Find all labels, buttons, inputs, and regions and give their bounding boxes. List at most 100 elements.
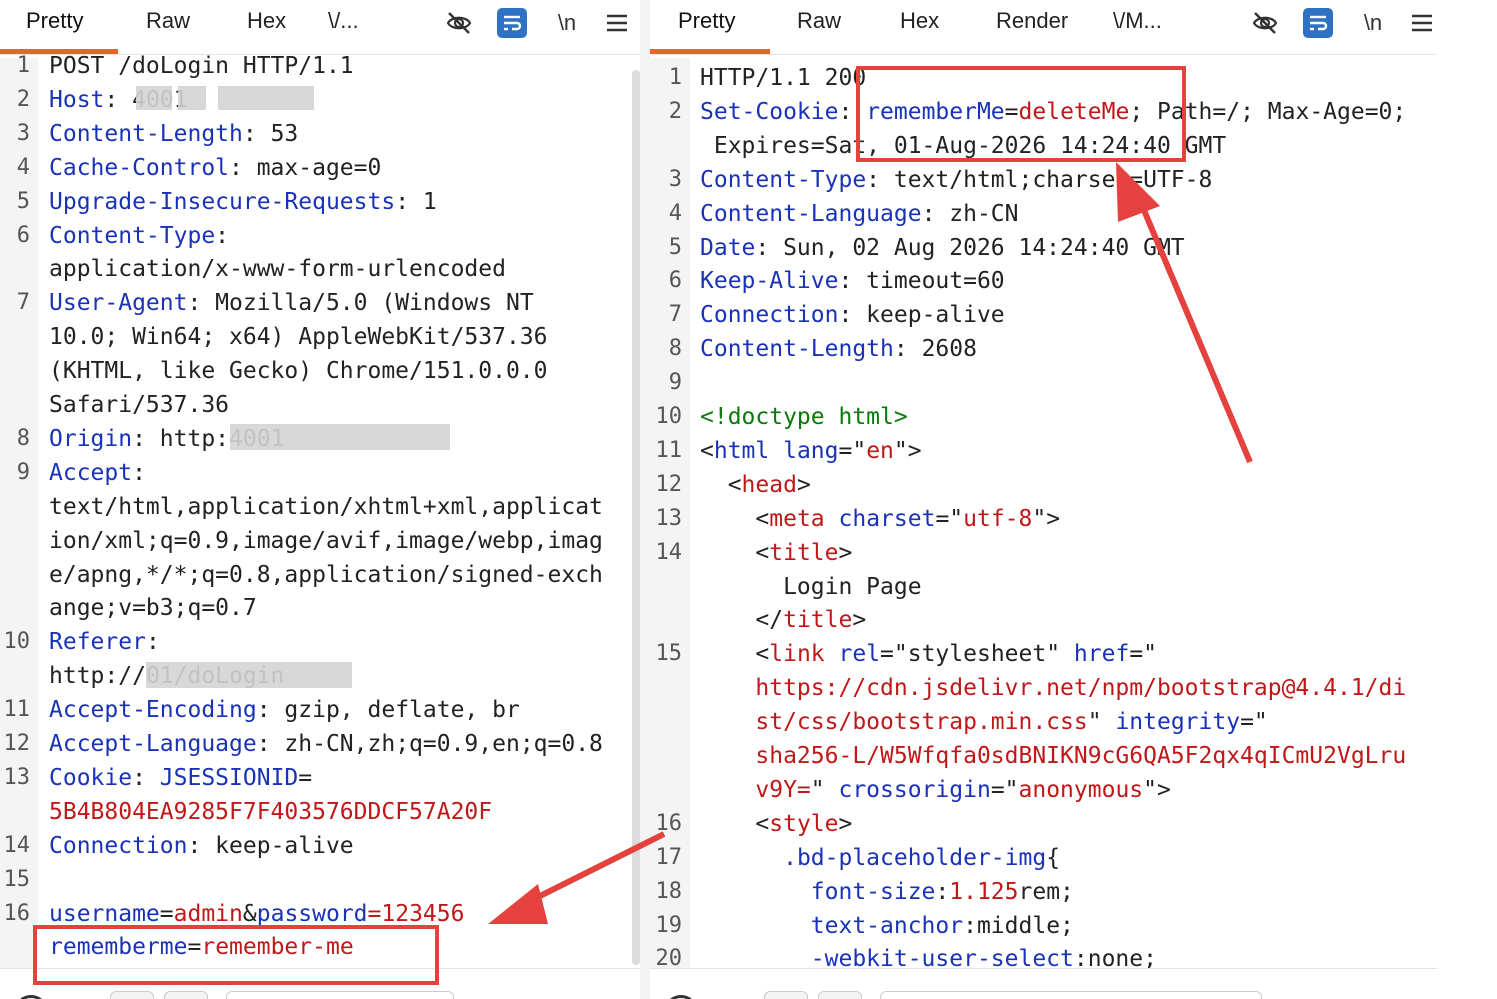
code-token: HTTP/1.1 200 <box>700 65 867 91</box>
code-token: Origin <box>49 425 133 452</box>
menu-icon[interactable] <box>602 8 632 38</box>
code-token: http:// <box>49 663 146 690</box>
code-line: User-Agent: Mozilla/5.0 (Windows NT <box>49 286 534 320</box>
code-line: .bd-placeholder-img{ <box>700 841 1060 875</box>
code-token: ion/xml;q=0.9,image/avif,image/webp,imag <box>49 527 603 554</box>
code-line: (KHTML, like Gecko) Chrome/151.0.0.0 <box>49 354 548 388</box>
help-icon[interactable] <box>14 995 48 999</box>
code-token: > <box>838 810 853 837</box>
code-token: en <box>866 437 894 464</box>
search-input[interactable] <box>880 991 1262 999</box>
request-scrollbar[interactable] <box>632 70 640 965</box>
request-editor[interactable]: 1POST /doLogin HTTP/1.12Host: 40013Conte… <box>0 53 640 969</box>
line-number: 14 <box>3 832 31 858</box>
code-token: rel <box>838 641 881 668</box>
redaction <box>178 86 206 110</box>
code-token: Upgrade-Insecure-Requests <box>49 188 396 215</box>
code-token: (KHTML, like Gecko) Chrome/151.0.0.0 <box>49 358 548 385</box>
code-token: Content-Length <box>49 120 243 147</box>
prev-button[interactable] <box>764 991 808 999</box>
code-line: text/html,application/xhtml+xml,applicat <box>49 490 603 524</box>
newline-icon[interactable]: \n <box>552 8 582 38</box>
tab-raw[interactable]: Raw <box>797 8 841 34</box>
code-token: "> <box>893 437 922 464</box>
pane-divider[interactable] <box>640 0 650 999</box>
response-editor[interactable]: 1 HTTP/1.1 200 2 Set-Cookie: rememberMe=del… <box>650 58 1437 972</box>
code-line: https://cdn.jsdelivr.net/npm/bootstrap@4… <box>700 671 1406 705</box>
menu-icon[interactable] <box>1407 8 1437 38</box>
code-token: text/html,application/xhtml+xml,applicat <box>49 493 603 520</box>
code-token: : <box>132 764 160 791</box>
redaction <box>218 86 314 110</box>
code-token: " <box>1087 709 1116 736</box>
code-token: </ <box>700 607 784 634</box>
tab-pretty[interactable]: Pretty <box>678 8 735 34</box>
tab-hex[interactable]: Hex <box>900 8 939 34</box>
code-token: =" <box>1240 709 1268 736</box>
line-number: 13 <box>3 764 31 790</box>
wrap-icon[interactable] <box>497 8 527 38</box>
redaction <box>230 424 450 450</box>
code-token: 5B4B804EA9285F7F403576DDCF57A20F <box>49 798 493 825</box>
hide-icon[interactable] <box>1250 8 1280 38</box>
search-input[interactable] <box>226 991 454 999</box>
code-token: : max-age=0 <box>229 154 382 181</box>
help-icon[interactable] <box>664 995 698 999</box>
tab-more[interactable]: \/... <box>328 8 359 34</box>
hide-icon[interactable] <box>444 8 474 38</box>
code-token: : <box>935 878 950 905</box>
code-line: Content-Language: zh-CN <box>700 197 1019 231</box>
code-token: > <box>838 539 853 566</box>
line-number: 4 <box>668 200 682 226</box>
line-number <box>650 773 682 807</box>
code-token: : Sun, 02 Aug 2026 14:24:40 GMT <box>755 234 1185 261</box>
line-number: 3 <box>668 166 682 192</box>
tab-hex[interactable]: Hex <box>247 8 286 34</box>
code-token: <!doctype html> <box>700 404 908 430</box>
code-token: Content-Length <box>700 336 894 363</box>
code-token: > <box>796 471 811 498</box>
code-line: v9Y=" crossorigin="anonymous"> <box>700 773 1170 807</box>
code-token: Cache-Control <box>49 154 230 181</box>
code-line: Safari/537.36 <box>49 388 229 422</box>
code-token: Content-Type <box>49 222 216 249</box>
prev-button[interactable] <box>110 991 154 999</box>
code-line: Content-Length: 53 <box>49 117 298 151</box>
code-token: = <box>159 900 174 927</box>
code-line: e/apng,*/*;q=0.8,application/signed-exch <box>49 558 603 592</box>
code-token: < <box>700 810 770 837</box>
line-number <box>0 388 30 422</box>
code-token: : <box>132 459 146 486</box>
code-line: Keep-Alive: timeout=60 <box>700 264 1005 298</box>
code-token: = <box>298 764 313 791</box>
tab-render[interactable]: Render <box>996 8 1068 34</box>
line-number: 19 <box>655 912 683 938</box>
tab-more[interactable]: \/M... <box>1113 8 1162 34</box>
next-button[interactable] <box>164 991 208 999</box>
line-number: 1 <box>668 65 682 90</box>
tab-pretty[interactable]: Pretty <box>26 8 83 34</box>
code-token: =" <box>838 437 867 464</box>
line-number <box>650 705 682 739</box>
code-token: style <box>769 810 839 837</box>
code-token: : keep-alive <box>838 302 1005 329</box>
code-token: Connection <box>49 832 188 859</box>
code-token: head <box>741 471 797 498</box>
code-token: =" <box>1129 641 1158 668</box>
code-token: admin <box>173 900 243 927</box>
code-line: Content-Length: 2608 <box>700 332 977 366</box>
code-token: anonymous <box>1018 776 1144 803</box>
line-number: 8 <box>668 336 682 362</box>
code-token: ange;v=b3;q=0.7 <box>49 595 257 622</box>
next-button[interactable] <box>818 991 862 999</box>
line-number <box>0 524 30 558</box>
newline-icon[interactable]: \n <box>1358 8 1388 38</box>
code-token: & <box>242 900 257 927</box>
code-token: < <box>700 471 742 498</box>
wrap-icon[interactable] <box>1303 8 1333 38</box>
code-line: ion/xml;q=0.9,image/avif,image/webp,imag <box>49 524 603 558</box>
tab-raw[interactable]: Raw <box>146 8 190 34</box>
